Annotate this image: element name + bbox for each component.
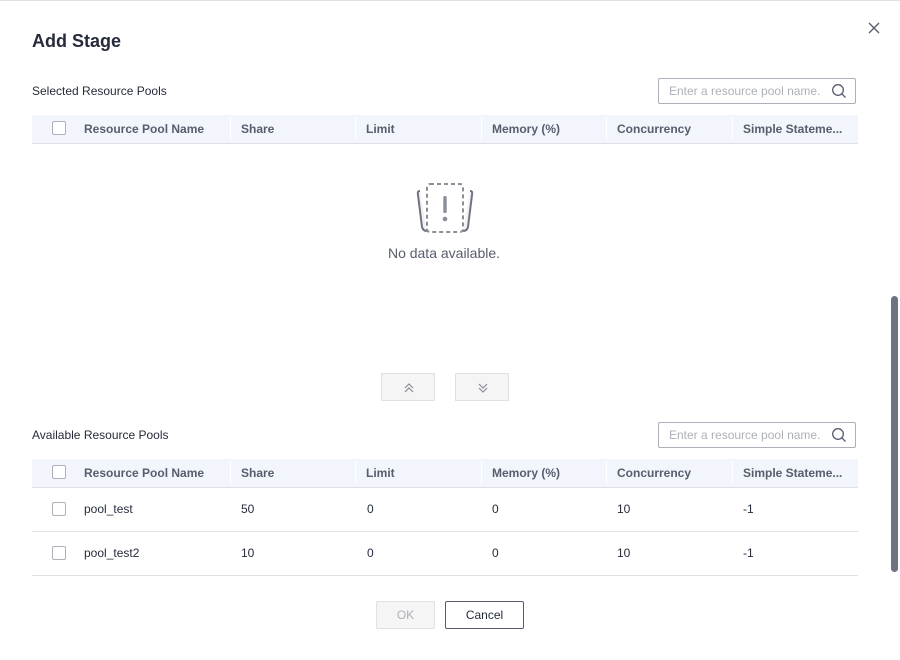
column-header-limit[interactable]: Limit — [366, 459, 476, 487]
no-data-icon — [416, 183, 474, 233]
cell-memory: 0 — [492, 502, 499, 516]
column-header-simple-statement[interactable]: Simple Stateme... — [743, 459, 851, 487]
column-header-concurrency[interactable]: Concurrency — [617, 115, 727, 143]
dialog-top-border — [0, 0, 900, 1]
scrollbar-thumb[interactable] — [891, 296, 898, 572]
column-divider — [732, 117, 733, 141]
column-divider — [355, 461, 356, 485]
move-up-button[interactable] — [381, 373, 435, 401]
column-header-resource-pool-name[interactable]: Resource Pool Name — [84, 115, 224, 143]
no-data-text: No data available. — [387, 245, 501, 261]
double-chevron-down-icon — [478, 383, 488, 393]
column-header-memory[interactable]: Memory (%) — [492, 115, 602, 143]
cell-share: 10 — [241, 546, 255, 560]
cell-concurrency: 10 — [617, 546, 631, 560]
close-icon — [868, 22, 880, 34]
column-divider — [606, 117, 607, 141]
cell-limit: 0 — [367, 502, 374, 516]
cell-simple-statement: -1 — [743, 546, 754, 560]
column-header-memory[interactable]: Memory (%) — [492, 459, 602, 487]
cell-concurrency: 10 — [617, 502, 631, 516]
column-header-share[interactable]: Share — [241, 115, 351, 143]
column-divider — [230, 461, 231, 485]
selected-pools-table: Resource Pool Name Share Limit Memory (%… — [32, 115, 858, 144]
column-divider — [732, 461, 733, 485]
available-pools-label: Available Resource Pools — [32, 428, 169, 442]
double-chevron-up-icon — [404, 383, 414, 393]
row-checkbox[interactable] — [52, 502, 66, 516]
table-row[interactable]: pool_test2 10 0 0 10 -1 — [32, 532, 858, 576]
column-header-resource-pool-name[interactable]: Resource Pool Name — [84, 459, 224, 487]
selected-pools-label: Selected Resource Pools — [32, 84, 167, 98]
available-select-all-checkbox[interactable] — [52, 465, 66, 479]
column-header-simple-statement[interactable]: Simple Stateme... — [743, 115, 851, 143]
available-pools-table: Resource Pool Name Share Limit Memory (%… — [32, 459, 858, 576]
cell-resource-pool-name: pool_test — [84, 502, 133, 516]
selected-select-all-checkbox[interactable] — [52, 121, 66, 135]
selected-search-box — [658, 78, 856, 104]
column-divider — [481, 461, 482, 485]
cell-memory: 0 — [492, 546, 499, 560]
search-icon[interactable] — [831, 83, 847, 99]
move-down-button[interactable] — [455, 373, 509, 401]
search-icon[interactable] — [831, 427, 847, 443]
column-divider — [481, 117, 482, 141]
column-header-limit[interactable]: Limit — [366, 115, 476, 143]
cell-limit: 0 — [367, 546, 374, 560]
column-divider — [230, 117, 231, 141]
cell-share: 50 — [241, 502, 255, 516]
table-row[interactable]: pool_test 50 0 0 10 -1 — [32, 488, 858, 532]
cell-resource-pool-name: pool_test2 — [84, 546, 140, 560]
cancel-button[interactable]: Cancel — [445, 601, 524, 629]
selected-search-input[interactable] — [659, 79, 827, 103]
available-table-header: Resource Pool Name Share Limit Memory (%… — [32, 459, 858, 488]
ok-button[interactable]: OK — [376, 601, 435, 629]
column-divider — [355, 117, 356, 141]
dialog-title: Add Stage — [32, 31, 122, 51]
column-divider — [606, 461, 607, 485]
cell-simple-statement: -1 — [743, 502, 754, 516]
available-search-input[interactable] — [659, 423, 827, 447]
selected-table-header: Resource Pool Name Share Limit Memory (%… — [32, 115, 858, 144]
column-header-share[interactable]: Share — [241, 459, 351, 487]
row-checkbox[interactable] — [52, 546, 66, 560]
available-search-box — [658, 422, 856, 448]
close-button[interactable] — [864, 18, 884, 38]
column-header-concurrency[interactable]: Concurrency — [617, 459, 727, 487]
